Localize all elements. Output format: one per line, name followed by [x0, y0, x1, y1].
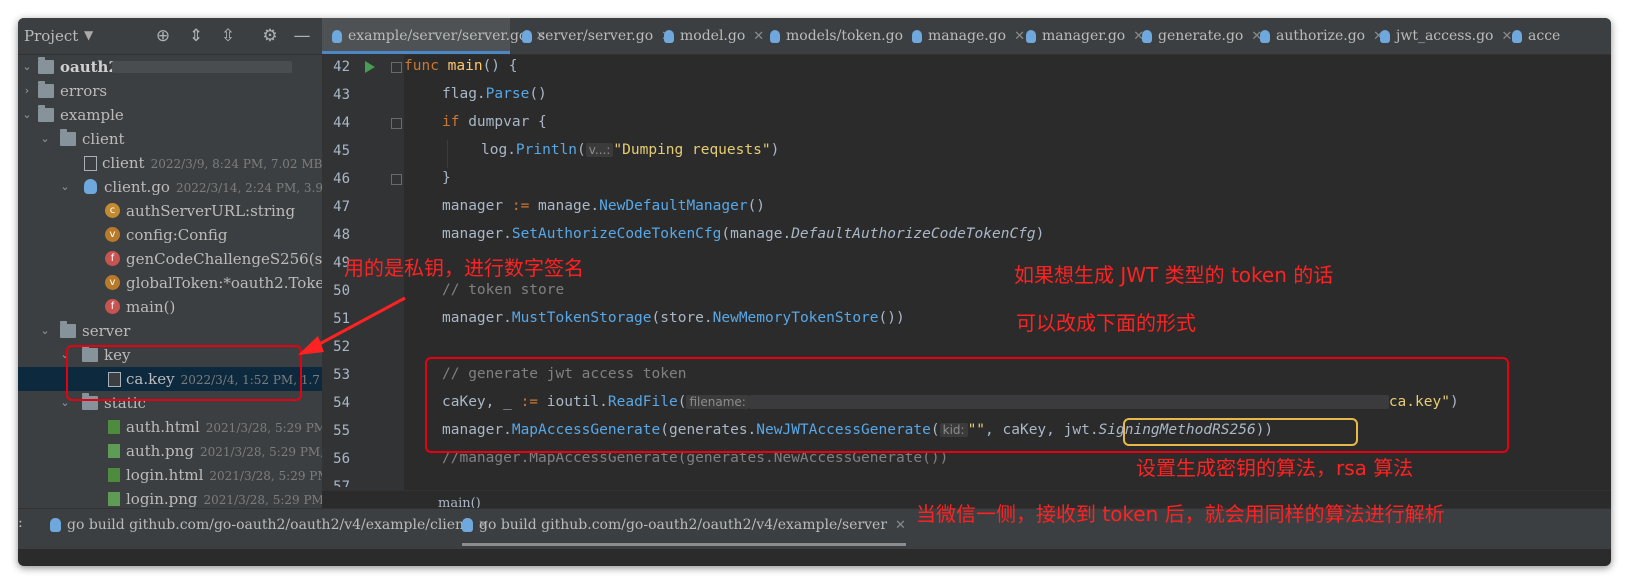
- annotation-jwt-line2: 可以改成下面的形式: [1016, 311, 1196, 335]
- annotation-private-key: 用的是私钥，进行数字签名: [344, 256, 584, 280]
- annotation-algorithm: 设置生成密钥的算法，rsa 算法: [1136, 456, 1414, 480]
- annotation-arrow: [298, 296, 406, 355]
- arrow-head: [298, 336, 324, 355]
- annotation-wechat: 当微信一侧，接收到 token 后，就会用同样的算法进行解析: [916, 502, 1445, 526]
- annotation-jwt-line1: 如果想生成 JWT 类型的 token 的话: [1014, 263, 1334, 287]
- arrow-line: [311, 296, 406, 350]
